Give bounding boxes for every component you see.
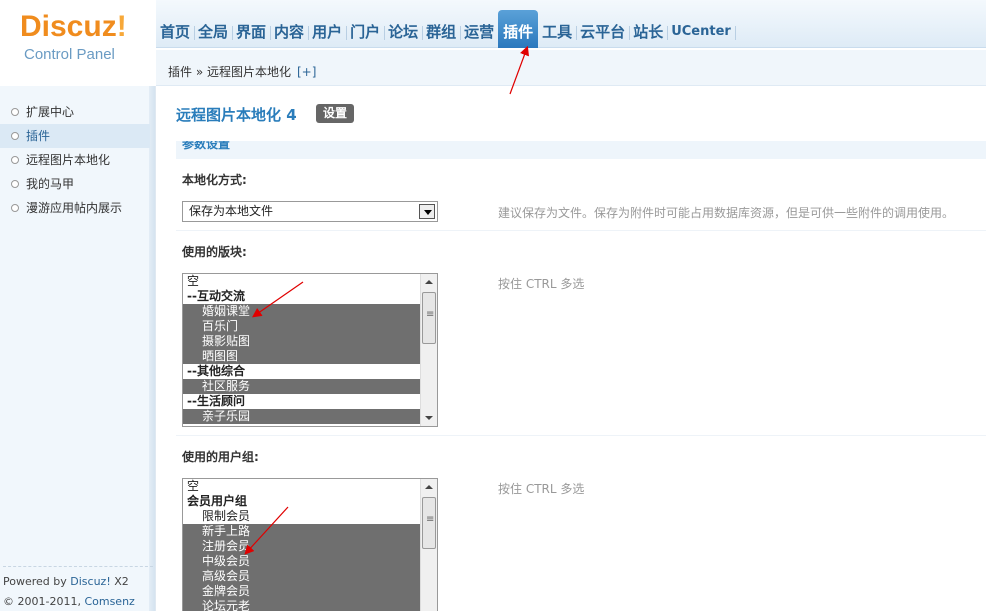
- nav-users[interactable]: 用户: [308, 18, 348, 48]
- group-option[interactable]: 注册会员: [183, 539, 421, 554]
- row-divider: [176, 230, 986, 231]
- group-option[interactable]: 论坛元老: [183, 599, 421, 611]
- forum-option[interactable]: 百乐门: [183, 319, 421, 334]
- forum-group-option[interactable]: --互动交流: [183, 289, 421, 304]
- forum-option[interactable]: 晒图图: [183, 349, 421, 364]
- row-divider: [176, 435, 986, 436]
- sidebar: 扩展中心 插件 远程图片本地化 我的马甲 漫游应用帖内展示 Powered by…: [0, 86, 156, 611]
- forum-option[interactable]: 婚姻课堂: [183, 304, 421, 319]
- scroll-thumb[interactable]: [422, 497, 436, 549]
- copyright: © 2001-2011, Comsenz Inc.: [3, 592, 155, 611]
- groups-label: 使用的用户组:: [182, 450, 259, 464]
- nav-interface[interactable]: 界面: [232, 18, 272, 48]
- forums-listbox[interactable]: 空 --互动交流 婚姻课堂 百乐门 摄影贴图 晒图图 --其他综合 社区服务 -…: [182, 273, 438, 427]
- scroll-down-icon[interactable]: [421, 410, 437, 426]
- sidebar-footer: Powered by Discuz! X2 © 2001-2011, Comse…: [3, 566, 155, 611]
- nav-plugins[interactable]: 插件: [498, 10, 539, 48]
- powered-by: Powered by Discuz! X2: [3, 575, 129, 588]
- groups-hint: 按住 CTRL 多选: [498, 482, 585, 496]
- group-option[interactable]: 限制会员: [183, 509, 421, 524]
- sidebar-item-remote-image[interactable]: 远程图片本地化: [0, 148, 150, 172]
- groups-scrollbar[interactable]: [420, 479, 437, 611]
- group-option[interactable]: 金牌会员: [183, 584, 421, 599]
- sidebar-item-plugins[interactable]: 插件: [0, 124, 150, 148]
- forums-scrollbar[interactable]: [420, 274, 437, 426]
- nav-ucenter[interactable]: UCenter: [667, 18, 736, 48]
- discuz-link[interactable]: Discuz!: [70, 575, 110, 588]
- forum-option[interactable]: 社区服务: [183, 379, 421, 394]
- nav-groups[interactable]: 群组: [422, 18, 462, 48]
- forum-group-option[interactable]: --其他综合: [183, 364, 421, 379]
- section-heading: 参数设置: [176, 141, 986, 159]
- method-select[interactable]: 保存为本地文件: [182, 201, 438, 222]
- forum-option[interactable]: 空: [183, 274, 421, 289]
- nav-portal[interactable]: 门户: [346, 18, 386, 48]
- forum-group-option[interactable]: --生活顾问: [183, 394, 421, 409]
- forum-option[interactable]: 亲子乐园: [183, 409, 421, 424]
- group-option[interactable]: 新手上路: [183, 524, 421, 539]
- sidebar-item-manyou-display[interactable]: 漫游应用帖内展示: [0, 196, 150, 220]
- nav-forum[interactable]: 论坛: [384, 18, 424, 48]
- groups-listbox[interactable]: 空 会员用户组 限制会员 新手上路 注册会员 中级会员 高级会员 金牌会员 论坛…: [182, 478, 438, 611]
- scroll-up-icon[interactable]: [421, 479, 437, 495]
- footer-divider: [3, 566, 153, 567]
- breadcrumb-path: 插件 » 远程图片本地化: [168, 65, 291, 79]
- logo-subtitle: Control Panel: [24, 46, 115, 63]
- nav-tools[interactable]: 工具: [538, 18, 578, 48]
- forums-hint: 按住 CTRL 多选: [498, 277, 585, 291]
- main-content: 远程图片本地化 4 设置 参数设置 本地化方式: 保存为本地文件 建议保存为文件…: [156, 86, 986, 611]
- nav-content[interactable]: 内容: [270, 18, 310, 48]
- breadcrumb: 插件 » 远程图片本地化 [+]: [168, 63, 316, 80]
- logo[interactable]: Discuz! Control Panel: [0, 0, 156, 86]
- control-panel-window: Discuz! Control Panel 首页 全局 界面 内容 用户 门户 …: [0, 0, 986, 611]
- sidebar-item-extensions[interactable]: 扩展中心: [0, 100, 150, 124]
- nav-global[interactable]: 全局: [194, 18, 234, 48]
- sidebar-item-vest[interactable]: 我的马甲: [0, 172, 150, 196]
- scroll-up-icon[interactable]: [421, 274, 437, 290]
- group-option[interactable]: 空: [183, 479, 421, 494]
- group-category-option[interactable]: 会员用户组: [183, 494, 421, 509]
- nav-webmaster[interactable]: 站长: [629, 18, 669, 48]
- chevron-down-icon[interactable]: [419, 204, 435, 219]
- top-navigation: 首页 全局 界面 内容 用户 门户 论坛 群组 运营 插件 工具 云平台 站长 …: [156, 0, 986, 48]
- nav-operations[interactable]: 运营: [460, 18, 500, 48]
- breadcrumb-bar: 插件 » 远程图片本地化 [+]: [156, 50, 986, 86]
- nav-cloud[interactable]: 云平台: [576, 18, 631, 48]
- setting-button[interactable]: 设置: [316, 104, 355, 123]
- nav-home[interactable]: 首页: [156, 18, 196, 48]
- forums-label: 使用的版块:: [182, 245, 247, 259]
- page-title: 远程图片本地化 4: [176, 106, 297, 124]
- logo-brand: Discuz!: [20, 10, 127, 43]
- method-hint: 建议保存为文件。保存为附件时可能占用数据库资源，但是可供一些附件的调用使用。: [498, 206, 955, 220]
- add-favorite-link[interactable]: [+]: [297, 65, 316, 79]
- scroll-thumb[interactable]: [422, 292, 436, 344]
- group-option[interactable]: 高级会员: [183, 569, 421, 584]
- forum-option[interactable]: 摄影贴图: [183, 334, 421, 349]
- group-option[interactable]: 中级会员: [183, 554, 421, 569]
- method-label: 本地化方式:: [182, 173, 247, 187]
